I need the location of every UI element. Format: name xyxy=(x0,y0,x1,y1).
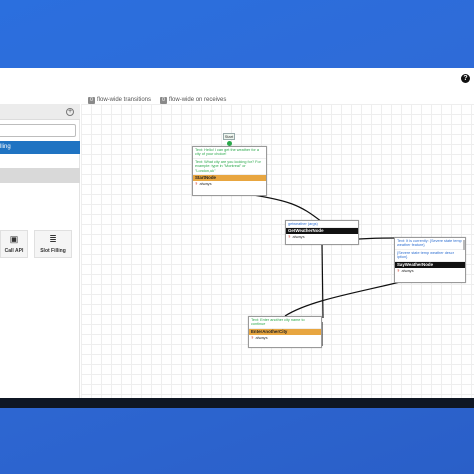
transition-label: always xyxy=(292,234,305,240)
add-icon[interactable]: + xyxy=(66,108,74,116)
receives-label: flow-wide on receives xyxy=(169,97,227,103)
getweather-node[interactable]: getweather (args) GetWeatherNode ? always xyxy=(285,220,359,245)
transition-marker: ? xyxy=(251,334,254,340)
sayweather-node-text-2: {Severe state temp weather descr iption} xyxy=(395,250,465,262)
transition-marker: ? xyxy=(397,267,400,273)
transition-label: always xyxy=(255,334,268,340)
enteranother-node-transition[interactable]: ? always xyxy=(249,335,321,341)
transition-marker: ? xyxy=(195,181,198,187)
start-node-text-2: Text: What city are you looking for? For… xyxy=(193,159,266,176)
node-scrollbar[interactable] xyxy=(463,240,465,250)
enteranother-node-text: Text: Enter another city name to continu… xyxy=(249,317,321,329)
help-icon[interactable]: ? xyxy=(461,74,470,83)
start-node[interactable]: Text: Hello! I can get the weather for a… xyxy=(192,146,267,196)
slot-filling-label: Slot Filling xyxy=(40,248,66,254)
receives-count: 0 xyxy=(160,96,168,104)
transition-label: always xyxy=(401,267,414,273)
sayweather-node[interactable]: Text: It is currently: {Severe state tem… xyxy=(394,237,466,283)
slot-filling-button[interactable]: ≣ Slot Filling xyxy=(34,230,72,258)
sidebar-section xyxy=(0,168,80,183)
transition-marker: ? xyxy=(288,234,291,240)
flow-counters: 0 flow-wide transitions 0 flow-wide on r… xyxy=(88,95,226,105)
flow-wide-on-receives[interactable]: 0 flow-wide on receives xyxy=(160,96,227,104)
sidebar-header: + xyxy=(0,104,80,120)
start-label: Start xyxy=(223,133,235,140)
camera-icon: ▣ xyxy=(9,234,19,244)
sayweather-node-transition[interactable]: ? always xyxy=(395,268,465,274)
bars-icon: ≣ xyxy=(49,234,57,244)
sayweather-node-text-1: Text: It is currently: {Severe state tem… xyxy=(395,238,465,250)
sidebar-item-selected[interactable]: lling xyxy=(0,141,80,154)
getweather-node-text: getweather (args) xyxy=(286,221,358,229)
getweather-node-transition[interactable]: ? always xyxy=(286,234,358,240)
transition-label: always xyxy=(199,181,212,187)
enteranother-node[interactable]: Text: Enter another city name to continu… xyxy=(248,316,322,348)
call-api-label: Call API xyxy=(4,248,24,254)
transitions-count: 0 xyxy=(88,96,95,104)
transitions-label: flow-wide transitions xyxy=(97,97,152,103)
start-node-text-1: Text: Hello! I can get the weather for a… xyxy=(193,147,266,159)
taskbar xyxy=(0,398,474,408)
start-node-transition[interactable]: ? always xyxy=(193,181,266,187)
sidebar-search-input[interactable] xyxy=(0,124,76,137)
flow-wide-transitions[interactable]: 0 flow-wide transitions xyxy=(88,96,152,104)
call-api-button[interactable]: ▣ Call API xyxy=(0,230,28,258)
